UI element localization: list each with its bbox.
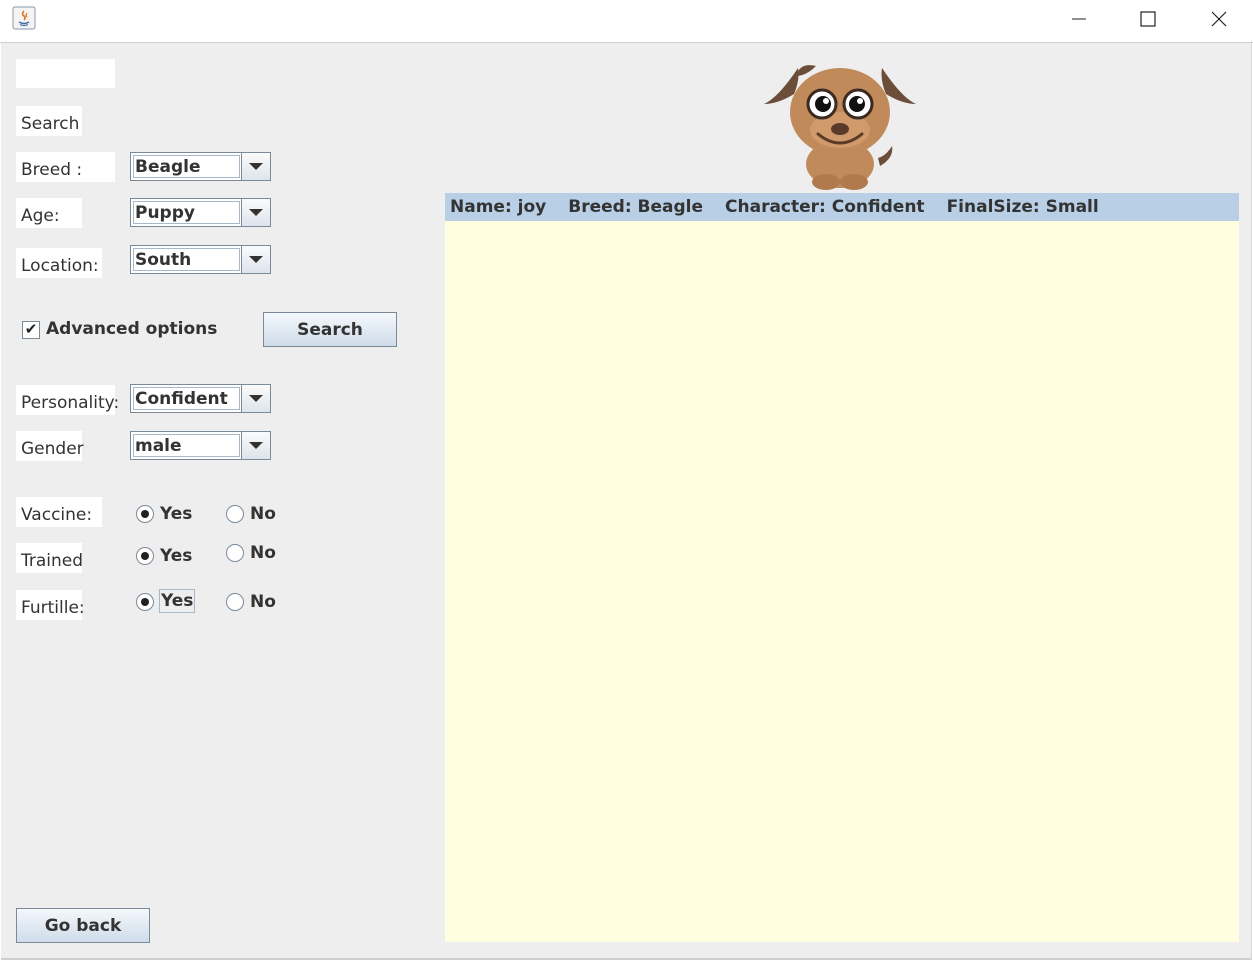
location-dropdown[interactable]: South (130, 245, 271, 274)
furtille-no-label[interactable]: No (250, 592, 276, 612)
location-label: Location: (16, 248, 102, 278)
furtille-no-radio[interactable] (226, 593, 244, 611)
breed-dropdown-value: Beagle (133, 155, 240, 178)
maximize-icon (1140, 11, 1156, 27)
age-label: Age: (16, 198, 82, 228)
vaccine-no-radio[interactable] (226, 505, 244, 523)
window-titlebar (0, 0, 1253, 43)
result-row[interactable]: Name: joy Breed: Beagle Character: Confi… (445, 193, 1239, 221)
search-button[interactable]: Search (263, 312, 397, 347)
vaccine-yes-radio[interactable] (136, 505, 154, 523)
search-heading: Search (16, 106, 82, 136)
furtille-label: Furtille: (16, 590, 85, 620)
age-dropdown-value: Puppy (133, 201, 240, 224)
minimize-button[interactable] (1056, 0, 1102, 38)
personality-label: Personality: (16, 385, 119, 415)
gender-dropdown[interactable]: male (130, 431, 271, 460)
breed-dropdown-arrow[interactable] (241, 153, 270, 180)
advanced-options-checkbox[interactable]: ✔ (22, 321, 40, 339)
vaccine-yes-label[interactable]: Yes (160, 504, 192, 524)
trained-yes-label[interactable]: Yes (160, 546, 192, 566)
top-text-field[interactable] (16, 59, 115, 88)
trained-yes-radio[interactable] (136, 547, 154, 565)
result-character: Character: Confident (725, 197, 925, 217)
results-panel: Name: joy Breed: Beagle Character: Confi… (445, 193, 1239, 942)
breed-dropdown[interactable]: Beagle (130, 152, 271, 181)
result-breed: Breed: Beagle (568, 197, 704, 217)
chevron-down-icon (249, 395, 263, 402)
furtille-yes-label[interactable]: Yes (159, 589, 196, 613)
minimize-icon (1072, 18, 1086, 20)
check-icon: ✔ (24, 320, 38, 338)
close-button[interactable] (1196, 0, 1242, 38)
maximize-button[interactable] (1125, 0, 1171, 38)
java-app-icon (12, 6, 36, 30)
close-icon (1211, 11, 1227, 27)
chevron-down-icon (249, 442, 263, 449)
personality-dropdown-value: Confident (133, 387, 240, 410)
gender-label: Gender (16, 431, 84, 461)
advanced-options-label[interactable]: Advanced options (46, 319, 217, 339)
trained-no-label[interactable]: No (250, 543, 276, 563)
furtille-yes-radio[interactable] (136, 593, 154, 611)
dog-illustration (764, 65, 916, 190)
trained-no-radio[interactable] (226, 544, 244, 562)
personality-dropdown-arrow[interactable] (241, 385, 270, 412)
age-dropdown[interactable]: Puppy (130, 198, 271, 227)
vaccine-label: Vaccine: (16, 497, 102, 527)
location-dropdown-value: South (133, 248, 240, 271)
chevron-down-icon (249, 256, 263, 263)
gender-dropdown-arrow[interactable] (241, 432, 270, 459)
location-dropdown-arrow[interactable] (241, 246, 270, 273)
result-final-size: FinalSize: Small (946, 197, 1099, 217)
breed-label: Breed : (16, 152, 115, 182)
go-back-button[interactable]: Go back (16, 908, 150, 943)
chevron-down-icon (249, 209, 263, 216)
age-dropdown-arrow[interactable] (241, 199, 270, 226)
vaccine-no-label[interactable]: No (250, 504, 276, 524)
trained-label: Trained (16, 543, 83, 573)
personality-dropdown[interactable]: Confident (130, 384, 271, 413)
result-name: Name: joy (450, 197, 547, 217)
gender-dropdown-value: male (133, 434, 240, 457)
chevron-down-icon (249, 163, 263, 170)
